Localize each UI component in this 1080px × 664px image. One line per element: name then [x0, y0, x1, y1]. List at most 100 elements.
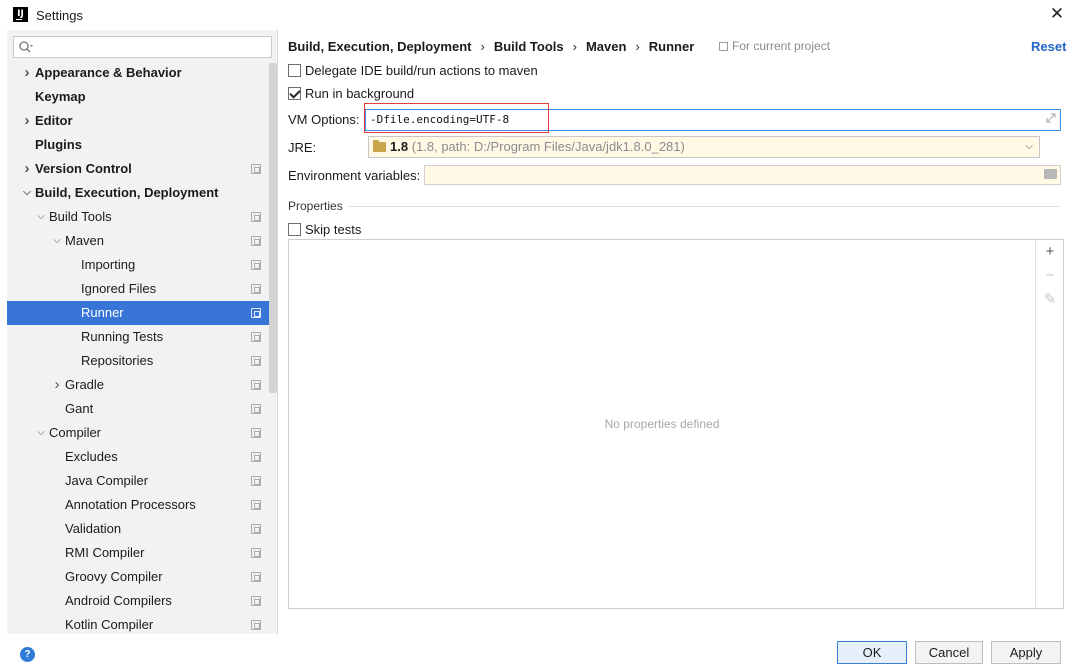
project-scope-icon	[251, 164, 261, 174]
sidebar-item[interactable]: Android Compilers	[7, 589, 277, 613]
chevron-right-icon[interactable]: ›	[21, 61, 33, 85]
sidebar-item-label: Repositories	[81, 353, 154, 368]
breadcrumb-separator: ›	[480, 39, 485, 54]
expand-icon[interactable]	[1046, 113, 1056, 123]
breadcrumb-separator: ›	[635, 39, 640, 54]
sidebar-scrollbar[interactable]	[269, 63, 277, 393]
for-current-project-note: For current project	[719, 39, 830, 53]
sidebar-item[interactable]: Repositories	[7, 349, 277, 373]
project-scope-icon	[251, 500, 261, 510]
sidebar-item[interactable]: ⌵ Build, Execution, Deployment	[7, 181, 277, 205]
help-icon[interactable]: ?	[20, 647, 35, 662]
skip-tests-label: Skip tests	[305, 222, 362, 237]
chevron-down-icon[interactable]: ⌵	[21, 181, 33, 205]
properties-table[interactable]: No properties defined + − ✎	[288, 239, 1064, 609]
delegate-checkbox[interactable]	[288, 64, 301, 77]
sidebar-item-label: Appearance & Behavior	[35, 65, 182, 80]
jre-label: JRE:	[288, 140, 317, 155]
sidebar-item[interactable]: Running Tests	[7, 325, 277, 349]
close-icon[interactable]: ✕	[1046, 3, 1068, 25]
breadcrumb: Build, Execution, Deployment › Build Tools…	[288, 39, 694, 54]
project-scope-icon	[251, 236, 261, 246]
breadcrumb-separator: ›	[572, 39, 577, 54]
sidebar-item-label: Ignored Files	[81, 281, 157, 296]
reset-link[interactable]: Reset	[1031, 39, 1066, 54]
sidebar-item-label: Version Control	[35, 161, 132, 176]
sidebar-item[interactable]: › Gradle	[7, 373, 277, 397]
project-scope-icon	[251, 356, 261, 366]
edit-pencil-icon[interactable]: ✎	[1042, 292, 1058, 308]
chevron-right-icon[interactable]: ›	[21, 109, 33, 133]
sidebar-item[interactable]: Keymap	[7, 85, 277, 109]
sidebar-item[interactable]: Gant	[7, 397, 277, 421]
project-scope-icon	[251, 452, 261, 462]
sidebar-item[interactable]: Excludes	[7, 445, 277, 469]
project-scope-icon	[251, 284, 261, 294]
sidebar-item-label: Gradle	[65, 377, 105, 392]
chevron-down-icon[interactable]: ⌵	[35, 421, 47, 445]
sidebar-item-label: Validation	[65, 521, 122, 536]
project-scope-icon	[251, 428, 261, 438]
breadcrumb-item: Build, Execution, Deployment	[288, 39, 472, 54]
sidebar-item-label: Compiler	[49, 425, 102, 440]
sidebar-item[interactable]: Plugins	[7, 133, 277, 157]
section-divider	[348, 206, 1060, 207]
cancel-button[interactable]: Cancel	[915, 641, 983, 664]
sidebar-item[interactable]: Annotation Processors	[7, 493, 277, 517]
settings-tree: › Appearance & Behavior Keymap › Editor Plugi…	[7, 61, 277, 634]
project-scope-icon	[251, 332, 261, 342]
sidebar-item[interactable]: › Version Control	[7, 157, 277, 181]
sidebar-item[interactable]: ⌵ Build Tools	[7, 205, 277, 229]
vm-options-label: VM Options:	[288, 112, 360, 127]
run-in-background-label: Run in background	[305, 86, 415, 101]
sidebar-item[interactable]: Validation	[7, 517, 277, 541]
sidebar-item-label: Build Tools	[49, 209, 112, 224]
sidebar-item[interactable]: RMI Compiler	[7, 541, 277, 565]
skip-tests-checkbox[interactable]	[288, 223, 301, 236]
sidebar-item[interactable]: › Editor	[7, 109, 277, 133]
sidebar-item-label: Running Tests	[81, 329, 164, 344]
run-in-background-row[interactable]: Run in background	[288, 86, 414, 104]
environment-variables-label: Environment variables:	[288, 168, 421, 183]
run-in-background-checkbox[interactable]	[288, 87, 301, 100]
browse-folder-icon[interactable]	[1044, 169, 1057, 179]
project-scope-icon	[251, 260, 261, 270]
sidebar-item[interactable]: Runner	[7, 301, 277, 325]
vm-options-field[interactable]: -Dfile.encoding=UTF-8	[365, 109, 1061, 131]
sidebar-item[interactable]: Groovy Compiler	[7, 565, 277, 589]
sidebar-item[interactable]: Java Compiler	[7, 469, 277, 493]
delegate-checkbox-row[interactable]: Delegate IDE build/run actions to maven	[288, 63, 538, 81]
sidebar-item[interactable]: ⌵ Compiler	[7, 421, 277, 445]
intellij-app-icon: IJ	[13, 7, 28, 22]
sidebar-item-label: Plugins	[35, 137, 82, 152]
apply-button[interactable]: Apply	[991, 641, 1061, 664]
jre-dropdown[interactable]: 1.8 (1.8, path: D:/Program Files/Java/jd…	[368, 136, 1040, 158]
properties-section-title: Properties	[288, 199, 343, 213]
project-scope-icon	[251, 380, 261, 390]
sidebar-item[interactable]: Ignored Files	[7, 277, 277, 301]
chevron-right-icon[interactable]: ›	[21, 157, 33, 181]
chevron-down-icon[interactable]: ⌵	[35, 205, 47, 229]
project-scope-icon	[251, 404, 261, 414]
sidebar-item[interactable]: Importing	[7, 253, 277, 277]
skip-tests-row[interactable]: Skip tests	[288, 222, 361, 240]
sidebar-item-label: Runner	[81, 305, 124, 320]
chevron-right-icon[interactable]: ›	[51, 373, 63, 397]
project-scope-icon	[251, 476, 261, 486]
for-current-project-label: For current project	[732, 39, 831, 53]
environment-variables-field[interactable]	[424, 165, 1061, 185]
title-bar: IJ Settings ✕	[0, 0, 1080, 30]
sidebar-item-label: RMI Compiler	[65, 545, 145, 560]
project-scope-icon	[719, 42, 728, 51]
sidebar-item[interactable]: ⌵ Maven	[7, 229, 277, 253]
chevron-down-icon[interactable]: ⌵	[51, 229, 63, 253]
ok-button[interactable]: OK	[837, 641, 907, 664]
sidebar-item[interactable]: › Appearance & Behavior	[7, 61, 277, 85]
search-input[interactable]	[13, 36, 272, 58]
sidebar-item[interactable]: Kotlin Compiler	[7, 613, 277, 634]
remove-icon[interactable]: −	[1042, 268, 1058, 284]
project-scope-icon	[251, 212, 261, 222]
runner-settings-panel: Build, Execution, Deployment › Build Tools…	[278, 30, 1080, 634]
add-icon[interactable]: +	[1042, 244, 1058, 260]
vm-options-value: -Dfile.encoding=UTF-8	[370, 113, 510, 126]
